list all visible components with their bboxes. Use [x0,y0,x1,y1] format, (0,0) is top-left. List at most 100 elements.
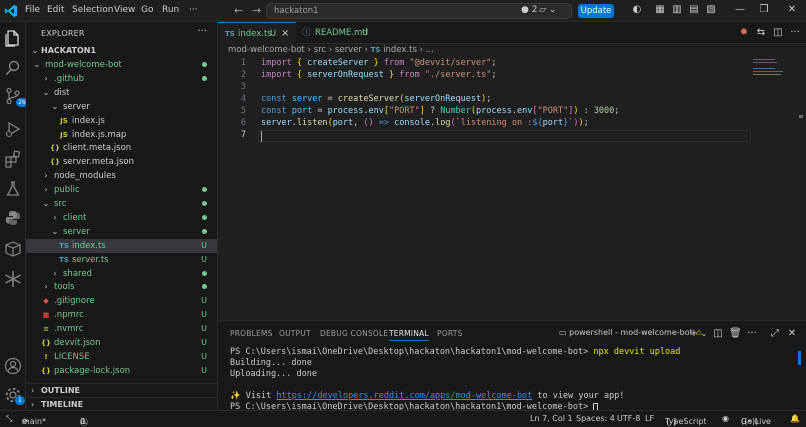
code-editor[interactable]: 1 2 3 4 5 6 7 import { createServer } from "@d… [218,57,806,319]
line-ending[interactable]: LF [645,414,654,423]
chat-icon[interactable]: ▱ ⌄ [539,5,556,15]
editor-scrollbar[interactable] [796,57,806,319]
split-terminal-icon[interactable]: ◫ [712,328,724,340]
more-actions-icon[interactable]: ··· [789,27,801,39]
tree-item[interactable]: ⌄ mod-welcome-bot [26,58,217,72]
remote-icon[interactable]: ⤡ [6,414,12,424]
menu-file[interactable]: File [25,5,40,15]
tree-item[interactable]: › tools [26,280,217,294]
code-line-2[interactable]: import { serverOnRequest } from "./serve… [261,70,497,80]
tree-item[interactable]: ⌄ src [26,197,217,211]
close-panel-icon[interactable]: ✕ [786,328,798,340]
tab-ports[interactable]: PORTS [437,329,462,338]
breadcrumb-item[interactable]: mod-welcome-bot [228,45,305,55]
maximize-panel-icon[interactable]: ⤢ [769,328,781,340]
menu-more[interactable]: ··· [189,5,198,15]
tab-index-ts[interactable]: TS index.ts U × [218,22,296,44]
source-control-icon[interactable]: 26 [4,87,28,109]
copilot-icon[interactable]: ◐ [631,4,643,16]
testing-flask-icon[interactable] [4,180,22,198]
outline-section[interactable]: › OUTLINE [26,383,217,397]
indentation[interactable]: Spaces: 4 [576,414,615,423]
python-icon[interactable] [4,209,22,227]
tree-item[interactable]: ⌄ dist [26,86,217,100]
command-center-search[interactable]: hackaton1 ● 2 ▱ ⌄ [266,3,572,19]
extensions-icon[interactable] [4,150,22,168]
update-button[interactable]: Update [578,4,614,18]
forward-arrow-icon[interactable]: → [252,4,261,17]
customize-layout-icon[interactable]: ▦ [654,4,666,16]
explorer-more-icon[interactable]: ··· [197,26,207,37]
code-line-4[interactable]: const server = createServer(serverOnRequ… [261,94,491,104]
cursor-position[interactable]: Ln 7, Col 1 [530,414,573,423]
accounts-icon[interactable] [4,357,22,375]
tree-item[interactable]: JS index.js.map [26,128,217,142]
menu-go[interactable]: Go [141,5,153,15]
tab-readme-md[interactable]: ⓘ README.md U [296,22,386,44]
tree-item[interactable]: ⌄ server [26,225,217,239]
breadcrumb-item[interactable]: index.ts [383,45,417,55]
tab-output[interactable]: OUTPUT [279,329,311,338]
terminal-line[interactable]: PS C:\Users\ismai\OneDrive\Desktop\hacka… [230,347,680,357]
tree-item[interactable]: TS index.ts U [26,238,217,253]
tab-debug-console[interactable]: DEBUG CONSOLE [320,329,388,338]
menu-run[interactable]: Run [162,5,179,15]
back-arrow-icon[interactable]: ← [234,4,243,17]
tree-item[interactable]: › shared [26,267,217,281]
tree-item[interactable]: ⌄ server [26,100,217,114]
code-line-6[interactable]: server.listen(port, () => console.log(`l… [261,118,589,128]
tree-item[interactable]: {} client.meta.json [26,141,217,155]
tree-item[interactable]: {} server.meta.json [26,155,217,169]
search-icon[interactable] [4,59,22,77]
menu-view[interactable]: View [114,5,135,15]
chevron-down-icon[interactable]: ⌄ [698,328,710,340]
tree-item[interactable]: {} package-lock.json U [26,364,217,378]
breadcrumb-item[interactable]: server [335,45,362,55]
copilot-status-icon[interactable]: ◉ [722,414,729,423]
toggle-secondary-sidebar-icon[interactable]: ▧ [705,4,717,16]
breadcrumb-item[interactable]: src [314,45,326,55]
devvit-icon[interactable]: ✹ [738,27,750,39]
app-link[interactable]: https://developers.reddit.com/apps/mod-w… [276,391,532,401]
terminal-scrollbar[interactable] [798,351,801,365]
explorer-icon[interactable] [4,29,22,47]
trash-icon[interactable]: 🗑 [729,328,742,340]
menu-edit[interactable]: Edit [47,5,64,15]
tree-item[interactable]: TS server.ts U [26,253,217,267]
terminal-selector[interactable]: ▭ powershell - mod-welcome-bot ⚠ [559,328,702,337]
encoding[interactable]: UTF-8 [617,414,640,423]
tree-item[interactable]: › public [26,183,217,197]
copilot-status[interactable]: ● 2 [521,5,537,15]
snowflake-icon[interactable] [4,270,22,288]
tree-item[interactable]: JS index.js [26,114,217,128]
split-editor-icon[interactable]: ◫ [772,27,784,39]
workspace-root[interactable]: ⌄ HACKATON1 [26,44,217,58]
tree-item[interactable]: › .github [26,72,217,86]
compare-changes-icon[interactable]: ⇆ [755,27,767,39]
tree-item[interactable]: › node_modules [26,169,217,183]
tab-problems[interactable]: PROBLEMS [230,329,273,338]
manage-gear[interactable]: 1 [4,386,25,406]
notifications-bell-icon[interactable]: 🔔 [790,414,800,423]
tree-item[interactable]: ≡ .nvmrc U [26,322,217,336]
run-debug-icon[interactable] [4,120,22,138]
tree-item[interactable]: ! LICENSE U [26,350,217,364]
restore-icon[interactable]: ❐ [758,4,770,16]
minimap[interactable] [753,59,783,79]
close-tab-icon[interactable]: × [281,23,289,45]
panel-more-icon[interactable]: ··· [746,328,758,340]
containers-icon[interactable] [4,240,22,258]
breadcrumb-item[interactable]: ... [426,45,434,55]
tab-terminal[interactable]: TERMINAL [389,329,429,341]
tree-item[interactable]: › client [26,211,217,225]
toggle-sidebar-icon[interactable]: ▥ [671,4,683,16]
code-line-5[interactable]: const port = process.env["PORT"] ? Numbe… [261,106,619,116]
timeline-section[interactable]: › TIMELINE [26,397,217,411]
minimize-icon[interactable]: — [734,4,746,16]
menu-selection[interactable]: Selection [72,5,113,15]
code-line-1[interactable]: import { createServer } from "@devvit/se… [261,58,497,68]
close-window-icon[interactable]: ✕ [786,4,798,16]
tree-item[interactable]: ■ .npmrc U [26,308,217,322]
toggle-panel-icon[interactable]: ▤ [688,4,700,16]
tree-item[interactable]: ◆ .gitignore U [26,294,217,308]
